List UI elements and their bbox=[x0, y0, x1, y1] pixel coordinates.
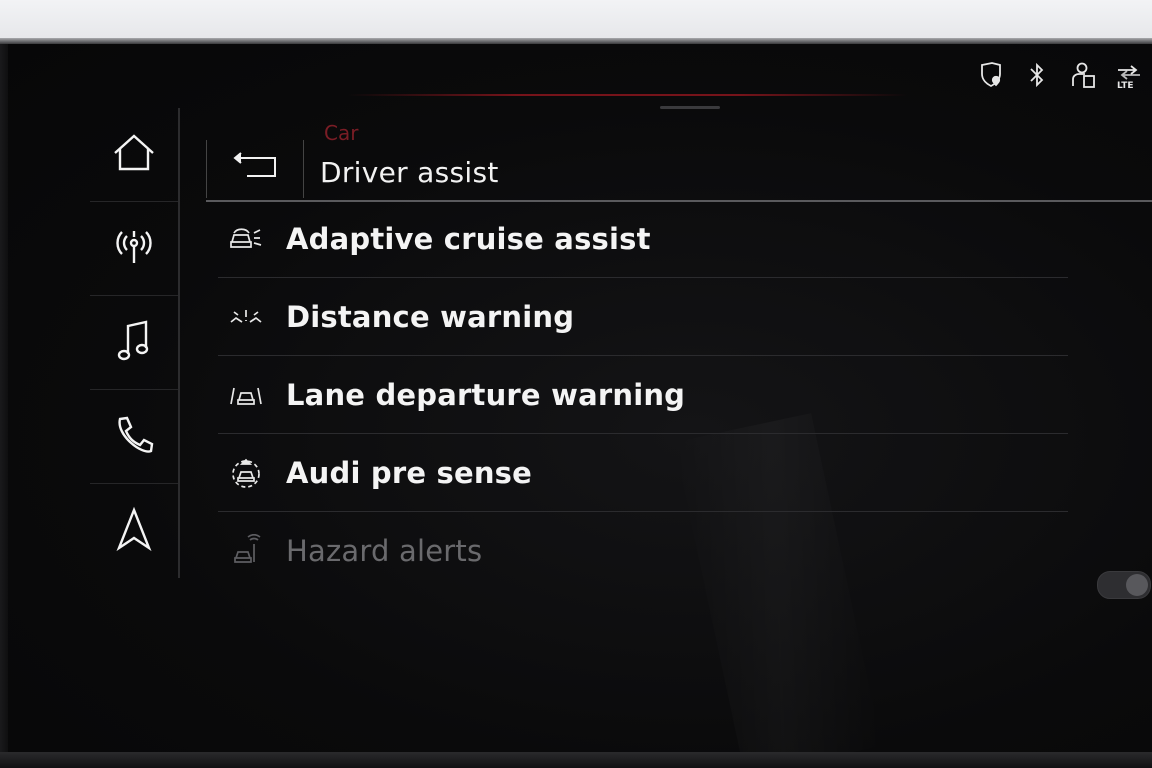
page-title: Driver assist bbox=[320, 156, 499, 189]
toggle-knob bbox=[1126, 574, 1148, 596]
svg-text:LTE: LTE bbox=[1117, 81, 1134, 90]
navigation-icon bbox=[114, 506, 154, 556]
menu-item-distance-warning[interactable]: Distance warning bbox=[218, 278, 1068, 356]
menu-item-lane-departure-warning[interactable]: Lane departure warning bbox=[218, 356, 1068, 434]
pull-down-handle[interactable] bbox=[660, 106, 720, 109]
main-sidebar bbox=[90, 108, 180, 578]
back-button[interactable] bbox=[206, 140, 304, 198]
location-shield-icon[interactable] bbox=[976, 60, 1006, 90]
page-header: Car Driver assist bbox=[206, 121, 1152, 202]
menu-item-adaptive-cruise-assist[interactable]: Adaptive cruise assist bbox=[218, 200, 1068, 278]
sidebar-item-home[interactable] bbox=[90, 108, 178, 202]
menu-item-label: Distance warning bbox=[286, 299, 575, 334]
radio-antenna-icon bbox=[112, 225, 156, 273]
hazard-alerts-toggle[interactable] bbox=[1097, 571, 1151, 599]
menu-item-label: Hazard alerts bbox=[286, 533, 483, 568]
home-icon bbox=[111, 133, 157, 177]
sidebar-item-phone[interactable] bbox=[90, 390, 178, 484]
lte-signal-icon: LTE bbox=[1114, 60, 1144, 90]
bluetooth-icon[interactable] bbox=[1022, 60, 1052, 90]
sidebar-item-media[interactable] bbox=[90, 296, 178, 390]
menu-item-label: Lane departure warning bbox=[286, 377, 686, 412]
phone-icon bbox=[112, 413, 156, 461]
lane-departure-icon bbox=[226, 375, 266, 415]
driver-assist-menu: Adaptive cruise assist Distance warning … bbox=[218, 200, 1068, 589]
distance-warning-icon bbox=[226, 297, 266, 337]
menu-item-audi-pre-sense[interactable]: Audi pre sense bbox=[218, 434, 1068, 512]
adaptive-cruise-icon bbox=[226, 219, 266, 259]
red-accent-line bbox=[348, 94, 908, 96]
menu-item-label: Audi pre sense bbox=[286, 455, 533, 490]
status-bar: LTE bbox=[976, 60, 1144, 90]
sidebar-item-radio[interactable] bbox=[90, 202, 178, 296]
user-profile-icon[interactable] bbox=[1068, 60, 1098, 90]
sidebar-item-navigation[interactable] bbox=[90, 484, 178, 577]
pre-sense-icon bbox=[226, 453, 266, 493]
display-bezel-top bbox=[0, 0, 1152, 40]
display-bezel-bottom bbox=[0, 752, 1152, 768]
menu-item-hazard-alerts[interactable]: Hazard alerts bbox=[218, 512, 1068, 589]
back-arrow-icon bbox=[225, 150, 285, 188]
breadcrumb[interactable]: Car bbox=[324, 121, 358, 145]
menu-item-label: Adaptive cruise assist bbox=[286, 221, 651, 256]
music-note-icon bbox=[114, 318, 154, 368]
hazard-alerts-icon bbox=[226, 531, 266, 571]
